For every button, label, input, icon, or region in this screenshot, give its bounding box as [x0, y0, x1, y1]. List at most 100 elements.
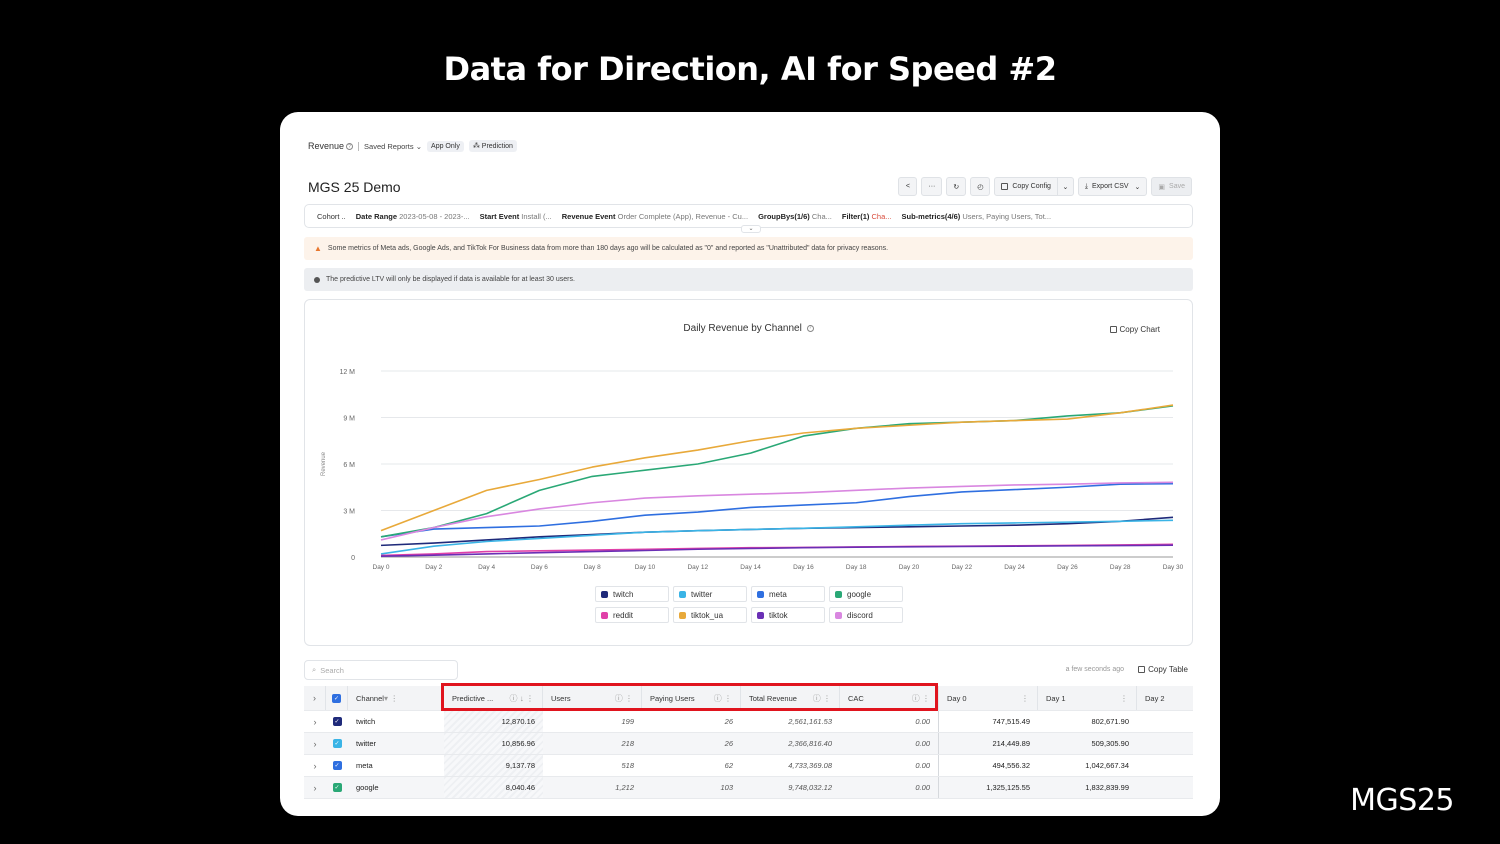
- cell-day2: 536: [1137, 733, 1193, 754]
- cell-users: 1,212: [615, 783, 634, 792]
- slide-title: Data for Direction, AI for Speed #2: [443, 50, 1057, 88]
- select-all-checkbox[interactable]: ✓: [326, 686, 348, 710]
- search-icon: ⌕: [312, 665, 317, 674]
- column-header-predictive[interactable]: Predictive ... ⓘ ↓ ⋮: [444, 686, 543, 710]
- legend-item[interactable]: meta: [751, 586, 825, 602]
- legend-swatch: [679, 590, 686, 598]
- expand-row-icon[interactable]: ›: [304, 711, 326, 732]
- refresh-button[interactable]: ↻: [946, 177, 967, 196]
- copy-table-button[interactable]: Copy Table: [1138, 665, 1188, 674]
- y-tick-label: 3 M: [343, 509, 355, 516]
- copy-icon: [1001, 183, 1009, 190]
- legend-swatch: [757, 611, 764, 619]
- table-row[interactable]: › ✓ twitch 12,870.16 199 26 2,561,161.53 0.00 74…: [304, 711, 1193, 733]
- more-button[interactable]: ···: [921, 177, 943, 196]
- legend-item[interactable]: twitch: [595, 586, 669, 602]
- legend-item[interactable]: tiktok: [751, 607, 825, 623]
- row-checkbox[interactable]: ✓: [326, 777, 348, 798]
- copy-config-button[interactable]: Copy Config: [994, 177, 1058, 196]
- x-tick-label: Day 6: [531, 564, 548, 571]
- more-icon: ···: [928, 183, 936, 190]
- cell-predictive: 9,137.78: [444, 755, 543, 776]
- column-header-channel[interactable]: Channel ▾ ⋮: [348, 686, 444, 710]
- legend-swatch: [601, 611, 608, 619]
- download-icon: ⤓: [1084, 182, 1089, 190]
- table-search-input[interactable]: ⌕ Search: [304, 660, 458, 680]
- table-row[interactable]: › ✓ google 8,040.46 1,212 103 9,748,032.12 0.00…: [304, 777, 1193, 799]
- cell-total-revenue: 4,733,369.08: [788, 761, 832, 770]
- column-header-day2[interactable]: Day 2⋮: [1137, 686, 1193, 710]
- submetrics-filter[interactable]: Sub-metrics(4/6) Users, Paying Users, To…: [902, 212, 1052, 221]
- app-only-chip[interactable]: App Only: [427, 140, 464, 152]
- copy-icon: [1138, 666, 1146, 673]
- revenue-event-filter[interactable]: Revenue Event Order Complete (App), Reve…: [562, 212, 748, 221]
- cell-predictive: 10,856.96: [444, 733, 543, 754]
- x-tick-label: Day 22: [951, 564, 972, 571]
- legend-label: twitter: [691, 589, 713, 599]
- x-tick-label: Day 14: [740, 564, 761, 571]
- date-range-filter[interactable]: Date Range 2023-05-08 - 2023-...: [356, 212, 470, 221]
- legend-item[interactable]: twitter: [673, 586, 747, 602]
- legend-item[interactable]: google: [829, 586, 903, 602]
- legend-label: twitch: [613, 589, 634, 599]
- prediction-chip[interactable]: ⁂ Prediction: [468, 140, 517, 152]
- share-button[interactable]: <: [898, 177, 918, 196]
- column-header-total-revenue[interactable]: Total Revenue ⓘ ⋮: [741, 686, 840, 710]
- export-csv-button[interactable]: ⤓ Export CSV ⌄: [1077, 177, 1148, 196]
- x-tick-label: Day 20: [899, 564, 920, 571]
- cell-predictive: 12,870.16: [444, 711, 543, 732]
- groupbys-filter[interactable]: GroupBys(1/6) Cha...: [758, 212, 832, 221]
- row-checkbox[interactable]: ✓: [326, 711, 348, 732]
- table-row[interactable]: › ✓ twitter 10,856.96 218 26 2,366,816.40 0.00 2…: [304, 733, 1193, 755]
- x-tick-label: Day 18: [846, 564, 867, 571]
- report-type-label[interactable]: Revenue?: [308, 141, 354, 151]
- legend-item[interactable]: reddit: [595, 607, 669, 623]
- cell-cac: 0.00: [840, 711, 939, 732]
- legend-item[interactable]: tiktok_ua: [673, 607, 747, 623]
- column-header-cac[interactable]: CAC ⓘ ⋮: [840, 686, 939, 710]
- cell-day0: 494,556.32: [992, 761, 1030, 770]
- expand-row-icon[interactable]: ›: [304, 755, 326, 776]
- saved-reports-dropdown[interactable]: Saved Reports ⌄: [364, 142, 422, 151]
- legend-item[interactable]: discord: [829, 607, 903, 623]
- legend-swatch: [757, 590, 764, 598]
- table-row[interactable]: › ✓ meta 9,137.78 518 62 4,733,369.08 0.00 494,5…: [304, 755, 1193, 777]
- expand-row-icon[interactable]: ›: [304, 733, 326, 754]
- copy-config-menu-button[interactable]: ⌄: [1057, 177, 1074, 196]
- share-icon: <: [905, 183, 910, 190]
- cell-day1: 509,305.90: [1091, 739, 1129, 748]
- series-line-tiktok_ua: [380, 404, 1174, 532]
- cell-day2: 1,376: [1137, 755, 1193, 776]
- start-event-filter[interactable]: Start Event Install (...: [480, 212, 552, 221]
- expand-all-icon[interactable]: ›: [304, 686, 326, 710]
- brand-logo: MGS25: [1350, 783, 1454, 818]
- history-icon: ◴: [977, 183, 984, 191]
- legend-label: google: [847, 589, 872, 599]
- filter-bar[interactable]: Cohort .. Date Range 2023-05-08 - 2023-.…: [304, 204, 1193, 233]
- cell-day0: 1,325,125.55: [986, 783, 1030, 792]
- cohort-filter[interactable]: Cohort ..: [317, 212, 346, 221]
- cell-cac: 0.00: [840, 755, 939, 776]
- save-button[interactable]: ▣ Save: [1151, 177, 1192, 196]
- cell-day1: 1,832,839.99: [1085, 783, 1129, 792]
- cell-paying-users: 62: [724, 761, 733, 770]
- column-header-paying-users[interactable]: Paying Users ⓘ ⋮: [642, 686, 741, 710]
- cell-channel: meta: [356, 761, 373, 770]
- history-button[interactable]: ◴: [970, 177, 991, 196]
- info-icon: ?: [346, 143, 354, 151]
- column-header-day0[interactable]: Day 0 ⋮: [939, 686, 1038, 710]
- cell-day2: 897: [1137, 711, 1193, 732]
- filter-filter[interactable]: Filter(1) Cha...: [842, 212, 892, 221]
- collapse-filters-button[interactable]: ⌄: [741, 225, 761, 233]
- expand-row-icon[interactable]: ›: [304, 777, 326, 798]
- cell-total-revenue: 2,366,816.40: [788, 739, 832, 748]
- cell-cac: 0.00: [840, 733, 939, 754]
- cell-paying-users: 26: [724, 739, 733, 748]
- row-checkbox[interactable]: ✓: [326, 755, 348, 776]
- cell-users: 218: [621, 739, 634, 748]
- column-header-day1[interactable]: Day 1 ⋮: [1038, 686, 1137, 710]
- x-tick-label: Day 10: [635, 564, 656, 571]
- table-body: › ✓ twitch 12,870.16 199 26 2,561,161.53 0.00 74…: [304, 711, 1193, 799]
- row-checkbox[interactable]: ✓: [326, 733, 348, 754]
- column-header-users[interactable]: Users ⓘ ⋮: [543, 686, 642, 710]
